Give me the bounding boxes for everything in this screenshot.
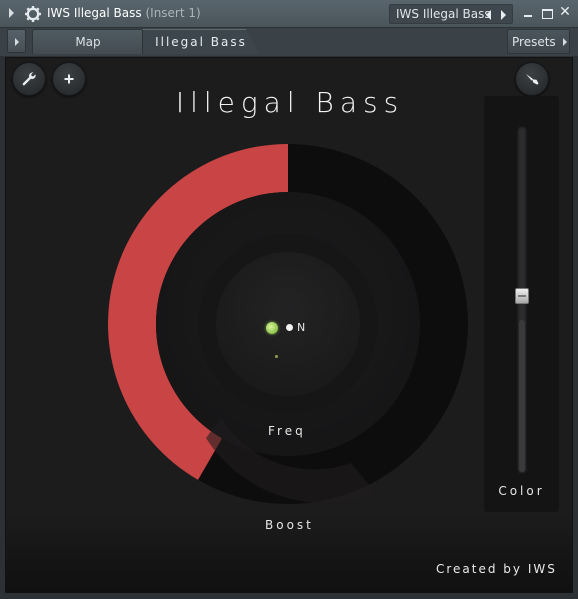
tab-illegal-bass[interactable]: Illegal Bass [142, 29, 259, 54]
on-label-dot-icon [286, 324, 293, 331]
gear-icon[interactable] [24, 5, 42, 23]
color-slider-thumb[interactable] [515, 288, 529, 304]
next-preset-icon[interactable] [501, 10, 506, 20]
power-led[interactable] [266, 322, 278, 334]
window-menu-arrow-icon[interactable] [9, 8, 14, 18]
window-title-name: IWS Illegal Bass [47, 6, 142, 20]
maximize-button[interactable] [540, 6, 554, 20]
color-label: Color [498, 484, 545, 498]
freq-label: Freq [268, 424, 306, 438]
freq-indicator-dot [275, 355, 278, 358]
window-title-insert: (Insert 1) [145, 6, 201, 20]
window-title: IWS Illegal Bass (Insert 1) [47, 6, 201, 20]
previous-preset-icon[interactable] [486, 10, 491, 20]
on-label: N [297, 321, 306, 334]
color-slider-fill [519, 320, 525, 472]
boost-label: Boost [265, 518, 314, 532]
preset-selector[interactable]: IWS Illegal Bass [389, 4, 513, 24]
preset-name: IWS Illegal Bass [396, 7, 491, 21]
tab-map[interactable]: Map [32, 29, 144, 54]
window-bottom-frame [0, 593, 578, 599]
color-panel: Color [484, 96, 559, 512]
presets-button[interactable]: Presets [507, 29, 570, 54]
plugin-panel: Illegal Bass N Freq Boost Color Created … [5, 57, 573, 593]
expand-arrow-button[interactable] [7, 29, 26, 53]
credit-text: Created by IWS [436, 562, 557, 576]
minimize-button[interactable] [521, 6, 535, 20]
presets-arrow-icon [563, 38, 567, 46]
tab-strip: Map Illegal Bass Presets [0, 28, 578, 56]
presets-label: Presets [512, 35, 556, 49]
title-bar: IWS Illegal Bass (Insert 1) IWS Illegal … [0, 0, 578, 28]
close-button[interactable]: ✕ [558, 5, 572, 19]
